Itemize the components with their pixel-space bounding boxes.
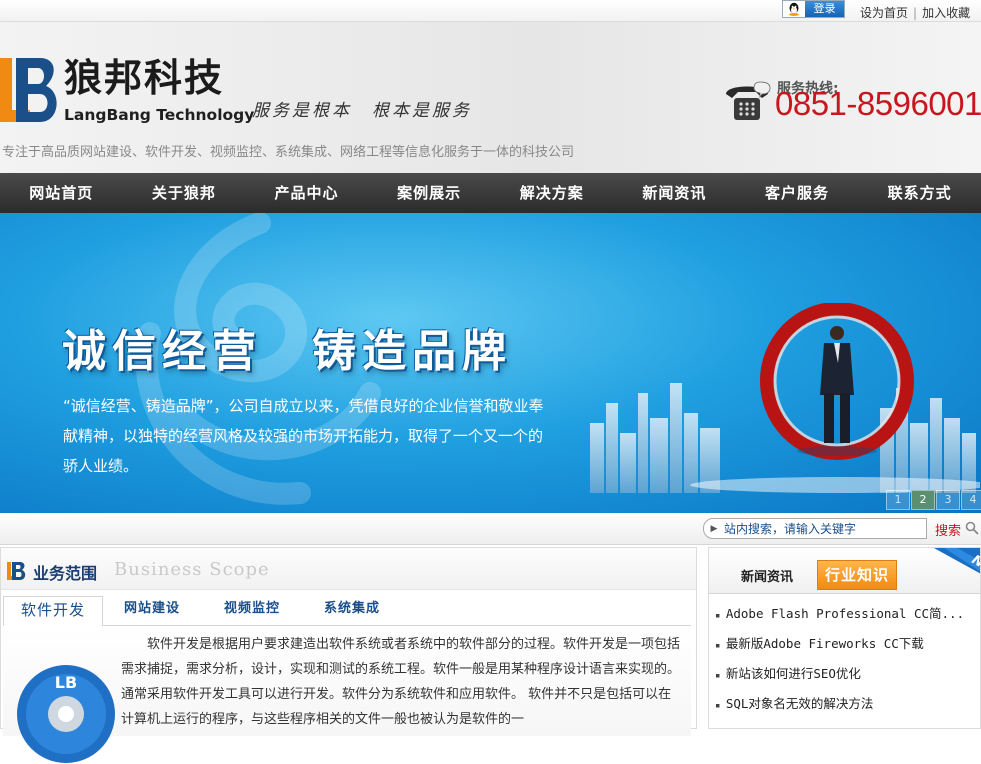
nav-item-solutions[interactable]: 解决方案 xyxy=(491,173,614,213)
news-item-1[interactable]: Adobe Flash Professional CC简... xyxy=(715,600,977,630)
slide-pagination: 1 2 3 4 xyxy=(885,490,981,510)
company-tagline: 专注于高品质网站建设、软件开发、视频监控、系统集成、网络工程等信息化服务于一体的… xyxy=(2,145,575,160)
business-scope-header: 业务范围 Business Scope xyxy=(1,548,696,590)
main-nav: 网站首页 关于狼邦 产品中心 案例展示 解决方案 新闻资讯 客户服务 联系方式 xyxy=(0,173,981,213)
set-homepage-link[interactable]: 设为首页 xyxy=(860,6,908,20)
news-item-3[interactable]: 新站该如何进行SEO优化 xyxy=(715,660,977,690)
search-arrow-icon: ▶ xyxy=(710,523,718,534)
software-disc-icon: LB xyxy=(17,665,115,763)
news-item-2[interactable]: 最新版Adobe Fireworks CC下载 xyxy=(715,630,977,660)
magnifier-icon[interactable] xyxy=(965,521,979,535)
nav-item-service[interactable]: 客户服务 xyxy=(736,173,859,213)
banner-headline: 诚信经营 铸造品牌 xyxy=(62,326,512,377)
tab-industry-knowledge[interactable]: 行业知识 xyxy=(817,560,897,590)
tab-video-surveillance[interactable]: 视频监控 xyxy=(224,596,280,626)
site-header: 狼邦科技 LangBang Technology 服务是根本 根本是服务 专注于… xyxy=(0,22,981,173)
nav-item-news[interactable]: 新闻资讯 xyxy=(613,173,736,213)
top-links: 设为首页 | 加入收藏 xyxy=(860,4,970,21)
scope-logo-icon xyxy=(7,562,26,580)
hotline-number: 0851-85960018 xyxy=(775,85,981,122)
site-search-input[interactable] xyxy=(724,521,920,536)
login-label: 登录 xyxy=(805,1,844,17)
telephone-icon xyxy=(726,81,771,120)
nav-item-contact[interactable]: 联系方式 xyxy=(858,173,981,213)
disc-logo-text: LB xyxy=(55,673,77,692)
news-corner-badge: News xyxy=(933,548,980,585)
business-scope-tabs: 软件开发 网站建设 视频监控 系统集成 xyxy=(3,596,691,627)
business-scope-title: 业务范围 xyxy=(33,564,98,583)
qq-penguin-icon xyxy=(783,1,805,17)
news-item-4[interactable]: SQL对象名无效的解决方法 xyxy=(715,690,977,720)
search-strip: ▶ 搜索 xyxy=(0,513,981,545)
banner-body-text: “诚信经营、铸造品牌”，公司自成立以来，凭借良好的企业信誉和敬业奉献精神，以独特… xyxy=(63,397,544,475)
top-bar: 登录 设为首页 | 加入收藏 xyxy=(0,0,981,22)
nav-item-cases[interactable]: 案例展示 xyxy=(368,173,491,213)
tab-web-building[interactable]: 网站建设 xyxy=(124,596,180,626)
logo-english-name: LangBang Technology xyxy=(64,106,255,124)
slide-dot-4[interactable]: 4 xyxy=(961,490,981,510)
news-tabs: 新闻资讯 行业知识 News xyxy=(709,548,980,594)
slide-dot-3[interactable]: 3 xyxy=(936,490,960,510)
business-scope-body: LB 软件开发是根据用户要求建造出软件系统或者系统中的软件部分的过程。软件开发是… xyxy=(3,626,691,763)
nav-item-home[interactable]: 网站首页 xyxy=(0,173,123,213)
tab-software-dev[interactable]: 软件开发 xyxy=(3,596,104,627)
nav-item-about[interactable]: 关于狼邦 xyxy=(123,173,246,213)
logo-chinese-name: 狼邦科技 xyxy=(64,55,225,100)
news-panel: 新闻资讯 行业知识 News Adobe Flash Professional … xyxy=(708,547,981,729)
tab-system-integration[interactable]: 系统集成 xyxy=(324,596,380,626)
search-button[interactable]: 搜索 xyxy=(935,520,961,539)
company-slogan: 服务是根本 根本是服务 xyxy=(252,101,472,121)
business-scope-english-title: Business Scope xyxy=(114,559,270,580)
add-favorite-link[interactable]: 加入收藏 xyxy=(922,6,970,20)
news-list: Adobe Flash Professional CC简... 最新版Adobe… xyxy=(715,600,977,720)
tab-news[interactable]: 新闻资讯 xyxy=(741,566,793,585)
hero-banner[interactable]: 诚信经营 铸造品牌 “诚信经营、铸造品牌”，公司自成立以来，凭借良好的企业信誉和… xyxy=(0,213,981,513)
top-link-separator: | xyxy=(913,6,918,20)
business-scope-panel: 业务范围 Business Scope 软件开发 网站建设 视频监控 系统集成 … xyxy=(0,547,697,763)
qq-login-button[interactable]: 登录 xyxy=(782,0,845,18)
nav-item-products[interactable]: 产品中心 xyxy=(245,173,368,213)
slide-dot-2[interactable]: 2 xyxy=(911,490,935,510)
logo-mark-icon[interactable] xyxy=(0,56,62,126)
slide-dot-1[interactable]: 1 xyxy=(886,490,910,510)
search-box: ▶ xyxy=(703,518,927,539)
business-scope-text: 软件开发是根据用户要求建造出软件系统或者系统中的软件部分的过程。软件开发是一项包… xyxy=(121,637,681,727)
businessman-ring-image xyxy=(760,303,914,460)
